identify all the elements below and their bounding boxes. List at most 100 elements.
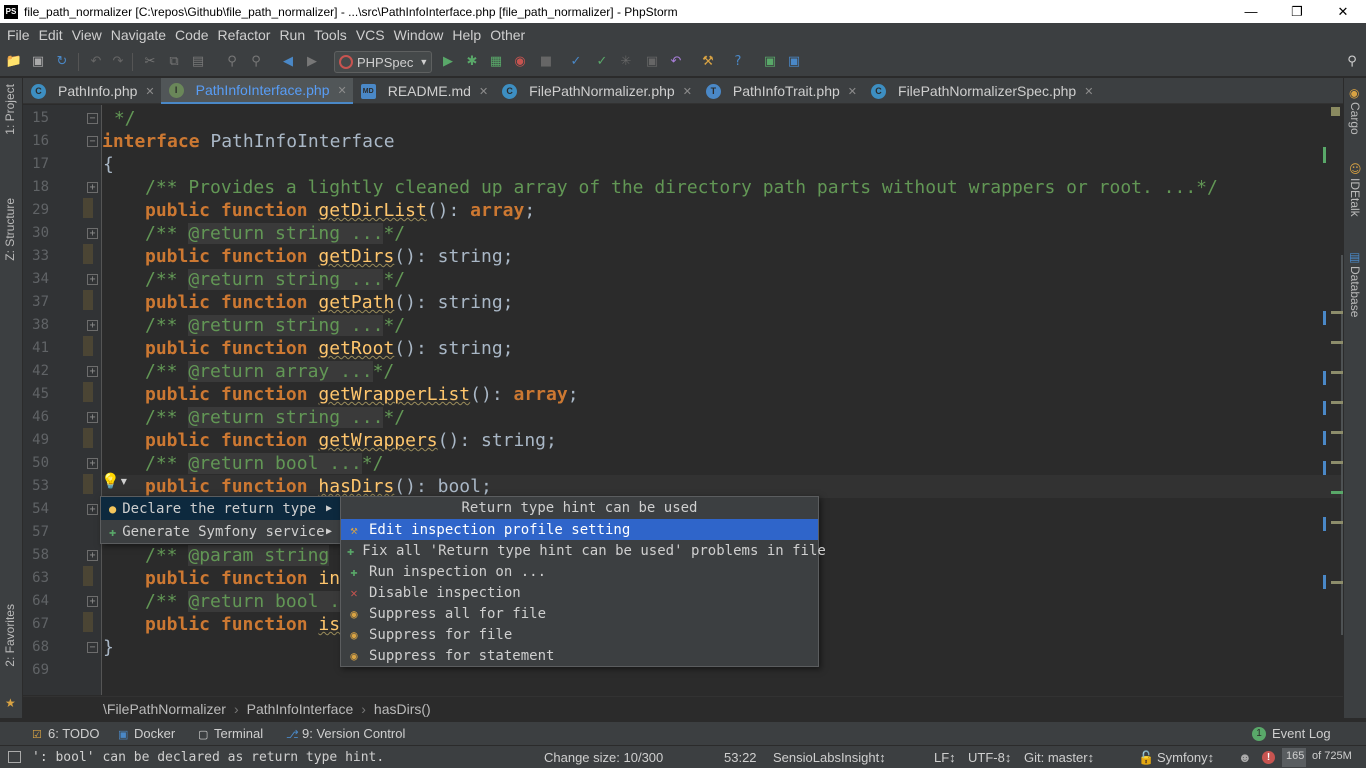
run-inspection-item[interactable]: ✚ Run inspection on ...	[341, 561, 818, 582]
terminal-tool-tab[interactable]: ▢ Terminal	[198, 726, 263, 741]
tab-readme[interactable]: MD README.md ✕	[353, 78, 494, 104]
warning-mark[interactable]	[1331, 311, 1343, 314]
close-tab-icon[interactable]: ✕	[1084, 85, 1093, 98]
implementation-marker[interactable]	[83, 428, 93, 448]
copy-icon[interactable]: ⧉	[166, 54, 182, 70]
vcs-commit-icon[interactable]: ✓	[594, 54, 610, 70]
menu-tools[interactable]: Tools	[309, 27, 351, 43]
expand-fold-icon[interactable]: +	[87, 228, 98, 239]
suppress-for-statement-item[interactable]: ◉ Suppress for statement	[341, 645, 818, 666]
error-indicator-icon[interactable]: !	[1262, 751, 1275, 764]
todo-tool-tab[interactable]: ☑ 6: TODO	[32, 726, 100, 741]
warning-mark[interactable]	[1331, 341, 1343, 344]
implementation-marker[interactable]	[83, 290, 93, 310]
menu-vcs[interactable]: VCS	[351, 27, 389, 43]
breadcrumb-namespace[interactable]: \FilePathNormalizer	[103, 701, 226, 717]
menu-file[interactable]: File	[2, 27, 34, 43]
implementation-marker[interactable]	[83, 382, 93, 402]
warning-mark[interactable]	[1331, 521, 1343, 524]
database-tool-tab[interactable]: Database	[1348, 266, 1362, 317]
close-tab-icon[interactable]: ✕	[848, 85, 857, 98]
cut-icon[interactable]: ✂	[142, 54, 158, 70]
save-icon[interactable]: ▣	[30, 54, 46, 70]
profile-icon[interactable]: ◉	[512, 54, 528, 70]
sync-icon[interactable]: ↻	[54, 54, 70, 70]
implementation-marker[interactable]	[83, 612, 93, 632]
forward-icon[interactable]: ▶	[304, 54, 320, 70]
help-icon[interactable]: ?	[730, 54, 746, 70]
close-tab-icon[interactable]: ✕	[145, 85, 154, 98]
favorites-tool-tab[interactable]: 2: Favorites	[3, 604, 17, 667]
vcs-marker[interactable]	[1323, 401, 1326, 415]
implementation-marker[interactable]	[83, 244, 93, 264]
suppress-for-file-item[interactable]: ◉ Suppress for file	[341, 624, 818, 645]
close-tab-icon[interactable]: ✕	[479, 85, 488, 98]
expand-fold-icon[interactable]: +	[87, 274, 98, 285]
vcs-marker[interactable]	[1323, 575, 1326, 589]
expand-fold-icon[interactable]: +	[87, 182, 98, 193]
deployment-icon[interactable]: ▣	[786, 54, 802, 70]
warning-mark[interactable]	[1331, 401, 1343, 404]
menu-view[interactable]: View	[67, 27, 106, 43]
lock-icon[interactable]: 🔓	[1138, 750, 1154, 766]
tab-pathinfo[interactable]: C PathInfo.php ✕	[23, 78, 161, 104]
warning-mark[interactable]	[1331, 461, 1343, 464]
inspection-status-icon[interactable]	[1331, 107, 1340, 116]
memory-indicator[interactable]: 165 of 725M	[1282, 748, 1364, 767]
expand-fold-icon[interactable]: +	[87, 320, 98, 331]
back-icon[interactable]: ◀	[280, 54, 296, 70]
docker-tool-tab[interactable]: ▣ Docker	[118, 726, 175, 741]
fold-marker[interactable]: −	[87, 136, 98, 147]
run-configuration-dropdown[interactable]: PHPSpec ▼	[334, 51, 432, 73]
undo-icon[interactable]: ↶	[88, 54, 104, 70]
vcs-marker[interactable]	[1323, 371, 1326, 385]
redo-icon[interactable]: ↷	[110, 54, 126, 70]
caret-position[interactable]: 53:22	[724, 750, 757, 765]
version-control-tool-tab[interactable]: ⎇ 9: Version Control	[286, 726, 405, 741]
vcs-marker[interactable]	[1323, 517, 1326, 531]
change-marker[interactable]	[1323, 147, 1326, 163]
minimize-button[interactable]: —	[1228, 0, 1274, 23]
implementation-marker[interactable]	[83, 474, 93, 494]
menu-run[interactable]: Run	[274, 27, 309, 43]
cargo-tool-tab[interactable]: Cargo	[1348, 102, 1362, 135]
menu-edit[interactable]: Edit	[34, 27, 67, 43]
open-folder-icon[interactable]: 📁	[6, 54, 22, 70]
expand-fold-icon[interactable]: +	[87, 596, 98, 607]
expand-fold-icon[interactable]: +	[87, 366, 98, 377]
expand-fold-icon[interactable]: +	[87, 458, 98, 469]
menu-navigate[interactable]: Navigate	[106, 27, 170, 43]
menu-other[interactable]: Other	[485, 27, 529, 43]
find-icon[interactable]: ⚲	[224, 54, 240, 70]
coverage-icon[interactable]: ▦	[488, 54, 504, 70]
implementation-marker[interactable]	[83, 336, 93, 356]
search-everywhere-icon[interactable]: ⚲	[1344, 54, 1360, 70]
intention-bulb[interactable]: 💡 ▼	[101, 471, 131, 491]
maximize-button[interactable]: ❐	[1274, 0, 1320, 23]
tab-pathinfointerface[interactable]: I PathInfoInterface.php ✕	[160, 78, 353, 104]
expand-fold-icon[interactable]: +	[87, 504, 98, 515]
structure-tool-tab[interactable]: Z: Structure	[3, 198, 17, 261]
replace-icon[interactable]: ⚲	[248, 54, 264, 70]
inspector-icon[interactable]: ☻	[1238, 750, 1252, 765]
stop-icon[interactable]: ■	[538, 54, 554, 70]
fold-marker[interactable]: −	[87, 113, 98, 124]
paste-icon[interactable]: ▤	[190, 54, 206, 70]
expand-fold-icon[interactable]: +	[87, 550, 98, 561]
implementation-marker[interactable]	[83, 198, 93, 218]
warning-mark[interactable]	[1331, 371, 1343, 374]
caret-mark[interactable]	[1331, 491, 1343, 494]
declare-return-type-item[interactable]: ● Declare the return type ▶	[101, 497, 340, 520]
tab-pathinfotrait[interactable]: T PathInfoTrait.php ✕	[698, 78, 863, 104]
close-tab-icon[interactable]: ✕	[338, 84, 347, 97]
implementation-marker[interactable]	[83, 566, 93, 586]
tab-filepathnormalizerspec[interactable]: C FilePathNormalizerSpec.php ✕	[863, 78, 1099, 104]
vcs-history-icon[interactable]: ▣	[644, 54, 660, 70]
tab-filepathnormalizer[interactable]: C FilePathNormalizer.php ✕	[494, 78, 698, 104]
vcs-marker[interactable]	[1323, 431, 1326, 445]
fold-marker[interactable]: −	[87, 642, 98, 653]
vcs-marker[interactable]	[1323, 461, 1326, 475]
remote-host-icon[interactable]: ▣	[762, 54, 778, 70]
project-tool-tab[interactable]: 1: Project	[3, 84, 17, 135]
expand-fold-icon[interactable]: +	[87, 412, 98, 423]
